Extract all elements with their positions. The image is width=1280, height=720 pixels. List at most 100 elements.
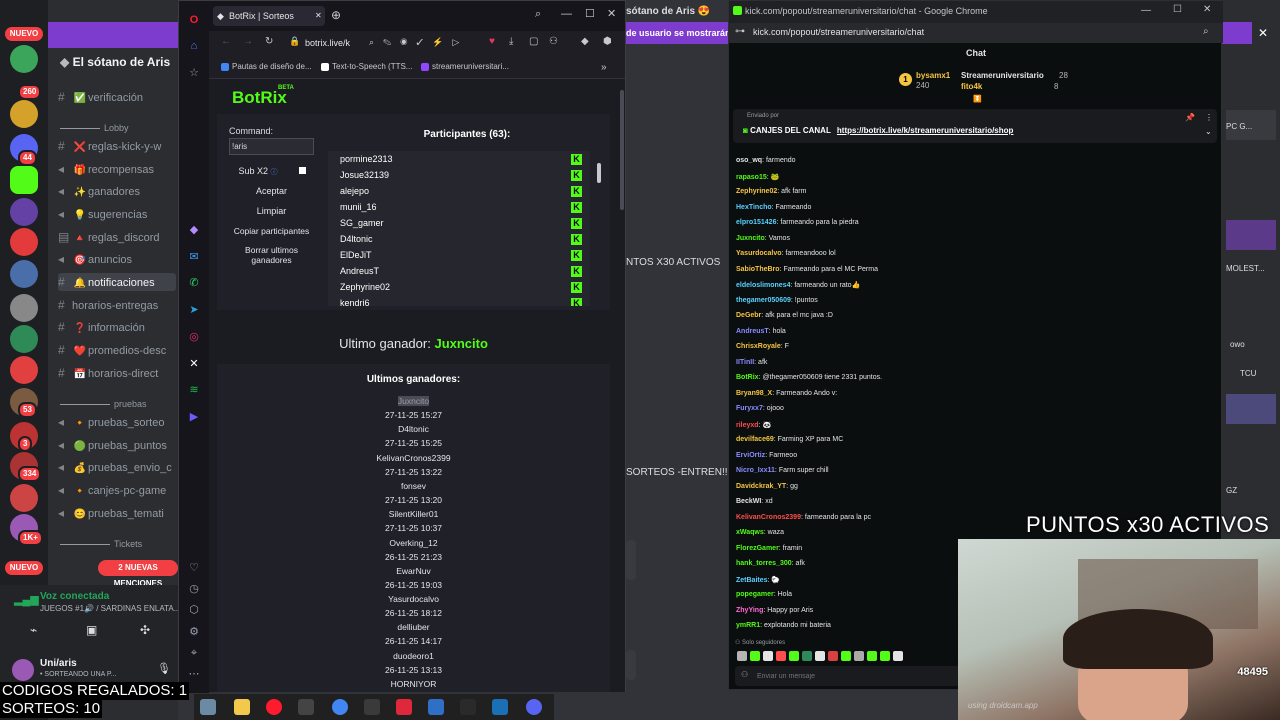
download-icon[interactable]: ⤓ <box>509 36 513 47</box>
chat-message[interactable]: elpro151426: farmeando para la piedra <box>736 219 859 226</box>
taskbar-app-icon[interactable] <box>298 699 314 715</box>
chat-username[interactable]: Nicro_Ixx11 <box>736 467 775 474</box>
heart-icon[interactable]: ♡ <box>187 561 201 575</box>
chat-message[interactable]: popegamer: Hola <box>736 591 792 598</box>
screen-share-icon[interactable]: ▣ <box>86 623 102 637</box>
server-icon[interactable] <box>10 294 38 322</box>
history-icon[interactable]: ◷ <box>187 582 201 596</box>
channel-reglas-kick[interactable]: # ❌ reglas-kick-y-w <box>58 137 178 155</box>
extensions-icon[interactable]: ⬡ <box>187 603 201 617</box>
chat-username[interactable]: BeckWI <box>736 498 761 505</box>
emote[interactable] <box>880 650 890 661</box>
player-icon[interactable]: ▶ <box>187 410 201 424</box>
chat-message[interactable]: DeGebr: afk para el mc java :D <box>736 312 833 319</box>
page-scrollbar[interactable] <box>619 80 625 692</box>
participant-row[interactable]: ElDeJiT K <box>328 248 583 264</box>
channel-pruebas-tematica[interactable]: ◂ 😊 pruebas_temati <box>58 504 178 522</box>
shop-link[interactable]: https://botrix.live/k/streameruniversita… <box>837 126 1014 135</box>
participants-scrollbar[interactable] <box>597 155 601 305</box>
file-explorer-icon[interactable] <box>234 699 250 715</box>
snapshot-icon[interactable]: ▢ <box>529 36 538 47</box>
emote[interactable] <box>854 650 864 661</box>
leader-name[interactable]: bysamx1 <box>916 71 950 80</box>
chat-message[interactable]: ZetBaites: 🐑 <box>736 576 780 584</box>
chat-username[interactable]: oso_wq <box>736 157 762 164</box>
tab-botrix-sorteos[interactable]: ◆ BotRix | Sorteos ✕ <box>213 6 325 26</box>
chat-message[interactable]: SabioTheBro: Farmeando para el MC Perma <box>736 266 878 273</box>
server-icon[interactable] <box>10 100 38 128</box>
close-window-icon[interactable]: ✕ <box>1203 4 1211 15</box>
botrix-logo[interactable]: BotRix <box>232 88 287 108</box>
chat-message[interactable]: ChrisxRoyale: F <box>736 343 789 350</box>
bookmark-item[interactable]: Pautas de diseño de... <box>221 62 312 71</box>
server-icon[interactable] <box>10 325 38 353</box>
chat-username[interactable]: Bryan98_X <box>736 390 772 397</box>
messenger-icon[interactable]: ✉ <box>187 250 201 264</box>
emote[interactable] <box>815 650 825 661</box>
channel-recompensas[interactable]: ◂ 🎁 recompensas <box>58 160 178 178</box>
chat-message[interactable]: IITinII: afk <box>736 359 767 366</box>
copy-participants-button[interactable]: Copiar participantes <box>229 226 314 236</box>
extensions-cube-icon[interactable]: ⬢ <box>603 36 612 47</box>
chat-username[interactable]: SabioTheBro <box>736 266 780 273</box>
chat-username[interactable]: Davidckrak_YT <box>736 483 786 490</box>
channel-pruebas-envio[interactable]: ◂ 💰 pruebas_envio_c <box>58 458 178 476</box>
search-icon[interactable]: ⌕ <box>535 8 541 21</box>
chat-message[interactable]: Juxncito: Vamos <box>736 235 790 242</box>
channel-canjes-pc-game[interactable]: ◂ 🔸 canjes-pc-game <box>58 481 178 499</box>
steam-icon[interactable] <box>492 699 508 715</box>
bookmark-item[interactable]: streameruniversitari... <box>421 62 509 71</box>
accept-button[interactable]: Aceptar <box>229 186 314 196</box>
taskbar-app-icon[interactable] <box>200 699 216 715</box>
expand-icon[interactable]: ⏬ <box>973 95 982 103</box>
vscode-icon[interactable] <box>428 699 444 715</box>
channel-ganadores[interactable]: ◂ ✨ ganadores <box>58 182 178 200</box>
chat-message[interactable]: AndreusT: hola <box>736 328 786 335</box>
server-icon[interactable] <box>10 45 38 73</box>
server-name[interactable]: ◆ El sótano de Aris <box>60 55 178 69</box>
emote[interactable] <box>737 650 747 661</box>
aria-icon[interactable]: ◆ <box>187 223 201 237</box>
noise-suppression-icon[interactable]: ⌁ <box>30 623 46 637</box>
forward-icon[interactable]: → <box>243 36 253 47</box>
chrome-icon[interactable] <box>332 699 348 715</box>
chat-username[interactable]: eldeloslimones4 <box>736 282 790 289</box>
participant-row[interactable]: AndreusT K <box>328 264 583 280</box>
participant-row[interactable]: alejepo K <box>328 184 583 200</box>
category-lobby[interactable]: Lobby <box>60 123 129 133</box>
chat-username[interactable]: rileyxd <box>736 422 759 429</box>
bookmarks-overflow-icon[interactable]: » <box>601 62 607 73</box>
participant-row[interactable]: Zephyrine02 K <box>328 280 583 296</box>
chat-message[interactable]: Zephyrine02: afk farm <box>736 188 806 195</box>
emote[interactable] <box>802 650 812 661</box>
participant-row[interactable]: Josue32139 K <box>328 168 583 184</box>
chat-username[interactable]: ymRR1 <box>736 622 760 629</box>
heart-filled-icon[interactable]: ♥ <box>489 36 495 47</box>
instagram-icon[interactable]: ◎ <box>187 330 201 344</box>
chat-username[interactable]: ChrisxRoyale <box>736 343 781 350</box>
minimize-icon[interactable]: — <box>1141 5 1151 16</box>
channel-horarios-directo[interactable]: # 📅 horarios-direct <box>58 364 178 382</box>
emote[interactable] <box>763 650 773 661</box>
emote[interactable] <box>828 650 838 661</box>
participants-list[interactable]: pormine2313 K Josue32139 Kalejepo Kmunii_16 K… <box>328 151 590 306</box>
channel-sugerencias[interactable]: ◂ 💡 sugerencias <box>58 205 178 223</box>
opera-logo-icon[interactable]: O <box>187 13 201 27</box>
emote[interactable] <box>789 650 799 661</box>
chat-message[interactable]: Furyxx7: ojooo <box>736 405 784 412</box>
chat-username[interactable]: xWaqws <box>736 529 764 536</box>
chat-message[interactable]: KelivanCronos2399: farmeando para la pc <box>736 514 871 521</box>
scroll-thumb[interactable] <box>597 163 601 183</box>
chat-username[interactable]: FlorezGamer <box>736 545 779 552</box>
location-icon[interactable]: ⌖ <box>187 646 201 660</box>
microphone-icon[interactable]: 🎙 <box>157 662 171 676</box>
x-twitter-icon[interactable]: ✕ <box>187 357 201 371</box>
chat-message[interactable]: oso_wq: farmendo <box>736 157 796 164</box>
channel-pruebas-sorteo[interactable]: ◂ 🔸 pruebas_sorteo <box>58 413 178 431</box>
emote[interactable] <box>776 650 786 661</box>
chat-message[interactable]: Nicro_Ixx11: Farm super chill <box>736 467 829 474</box>
chat-message[interactable]: ErviOrtiz: Farmeoo <box>736 452 797 459</box>
server-icon[interactable] <box>10 356 38 384</box>
server-icon[interactable] <box>10 484 38 512</box>
url-field[interactable]: kick.com/popout/streameruniversitario/ch… <box>753 27 924 37</box>
